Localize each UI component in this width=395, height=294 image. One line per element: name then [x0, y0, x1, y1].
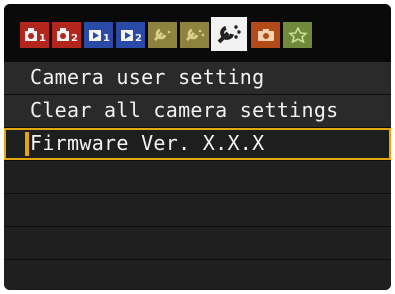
setup-menu-2-icon — [185, 28, 204, 42]
setup-menu-3-tab[interactable] — [211, 17, 247, 51]
selection-marker — [25, 132, 29, 156]
setup-menu-1-tab[interactable] — [148, 22, 177, 48]
menu-tab-bar: 1 2 1 2 — [4, 4, 391, 62]
shooting-menu-1-icon: 1 — [24, 28, 46, 43]
menu-item-label: Clear all camera settings — [30, 98, 339, 122]
shooting-menu-1-tab[interactable]: 1 — [20, 22, 49, 48]
svg-text:2: 2 — [135, 33, 142, 43]
menu-item-firmware-version[interactable]: Firmware Ver. X.X.X — [4, 128, 391, 160]
my-menu-tab[interactable] — [283, 22, 312, 48]
menu-empty-row — [4, 161, 391, 193]
menu-empty-row — [4, 260, 391, 290]
playback-menu-1-icon: 1 — [88, 30, 110, 43]
menu-empty-row — [4, 194, 391, 226]
setup-menu-1-icon — [153, 28, 170, 42]
my-menu-star-icon — [287, 27, 308, 43]
playback-menu-2-icon: 2 — [120, 30, 142, 43]
menu-item-clear-all-camera-settings[interactable]: Clear all camera settings — [4, 95, 391, 127]
svg-text:1: 1 — [103, 33, 110, 43]
menu-list: Camera user setting Clear all camera set… — [4, 62, 391, 290]
setup-menu-3-icon — [217, 25, 241, 44]
playback-menu-2-tab[interactable]: 2 — [116, 22, 145, 48]
menu-item-label: Camera user setting — [30, 65, 265, 89]
camera-menu-icon — [257, 29, 274, 41]
menu-item-label: Firmware Ver. X.X.X — [30, 131, 265, 155]
shooting-menu-2-tab[interactable]: 2 — [52, 22, 81, 48]
menu-item-camera-user-setting[interactable]: Camera user setting — [4, 62, 391, 94]
setup-menu-2-tab[interactable] — [180, 22, 209, 48]
camera-lcd-screen: 1 2 1 2 Camera user setting Clear all ca… — [4, 4, 391, 290]
shooting-menu-2-icon: 2 — [56, 28, 78, 43]
playback-menu-1-tab[interactable]: 1 — [84, 22, 113, 48]
camera-menu-tab[interactable] — [251, 22, 280, 48]
menu-empty-row — [4, 227, 391, 259]
svg-text:2: 2 — [71, 33, 78, 43]
svg-text:1: 1 — [39, 33, 46, 43]
